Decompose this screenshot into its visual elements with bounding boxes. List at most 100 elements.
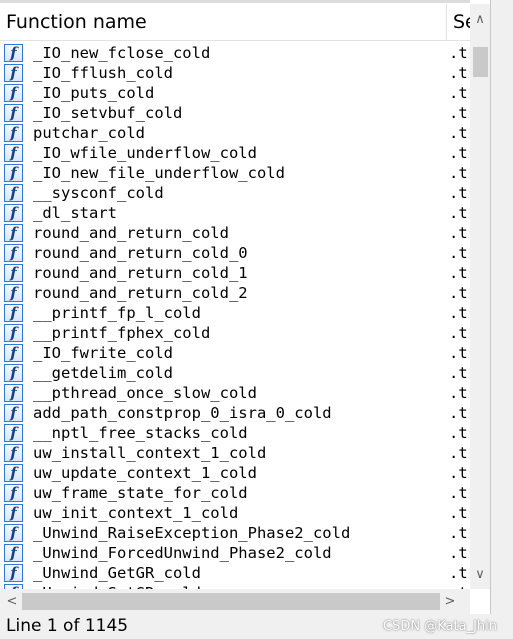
horizontal-scrollbar[interactable]: < > [0, 589, 470, 614]
function-row[interactable]: f _IO_fflush_cold .t [0, 63, 470, 83]
function-segment: .t [449, 444, 468, 462]
function-icon: f [4, 564, 23, 582]
column-header-function-name[interactable]: Function name [0, 4, 447, 40]
function-name: uw_update_context_1_cold [33, 464, 257, 482]
function-row[interactable]: f round_and_return_cold .t [0, 223, 470, 243]
function-name: uw_frame_state_for_cold [33, 484, 248, 502]
function-icon: f [4, 424, 23, 442]
function-name: _IO_new_fclose_cold [33, 44, 211, 62]
function-segment: .t [449, 424, 468, 442]
function-row[interactable]: f uw_install_context_1_cold .t [0, 443, 470, 463]
function-segment: .t [449, 404, 468, 422]
function-segment: .t [449, 84, 468, 102]
function-row[interactable]: f _IO_fwrite_cold .t [0, 343, 470, 363]
function-segment: .t [449, 464, 468, 482]
function-name: _IO_wfile_underflow_cold [33, 144, 257, 162]
function-segment: .t [449, 364, 468, 382]
function-segment: .t [449, 224, 468, 242]
function-row[interactable]: f _Unwind_ForcedUnwind_Phase2_cold .t [0, 543, 470, 563]
function-row[interactable]: f _Unwind_GetGR_cold .t [0, 563, 470, 583]
watermark-text: CSDN @Kata_Jhin [383, 619, 497, 634]
function-row[interactable]: f round_and_return_cold_0 .t [0, 243, 470, 263]
function-name: _IO_puts_cold [33, 84, 155, 102]
function-row[interactable]: f __pthread_once_slow_cold .t [0, 383, 470, 403]
column-header-segment[interactable]: Se [447, 4, 470, 40]
function-icon: f [4, 464, 23, 482]
function-row[interactable]: f __printf_fp_l_cold .t [0, 303, 470, 323]
function-icon: f [4, 84, 23, 102]
vertical-scroll-thumb[interactable] [473, 47, 488, 77]
function-segment: .t [449, 344, 468, 362]
function-name: __sysconf_cold [33, 184, 164, 202]
function-row[interactable]: f _IO_puts_cold .t [0, 83, 470, 103]
function-row[interactable]: f __printf_fphex_cold .t [0, 323, 470, 343]
function-row[interactable]: f __nptl_free_stacks_cold .t [0, 423, 470, 443]
function-row[interactable]: f _IO_new_file_underflow_cold .t [0, 163, 470, 183]
function-icon: f [4, 164, 23, 182]
function-icon: f [4, 264, 23, 282]
function-icon: f [4, 384, 23, 402]
function-icon: f [4, 484, 23, 502]
function-name: _IO_fflush_cold [33, 64, 173, 82]
function-name: uw_install_context_1_cold [33, 444, 267, 462]
chevron-down-icon[interactable]: ∨ [470, 565, 490, 585]
function-segment: .t [449, 144, 468, 162]
function-name: __printf_fp_l_cold [33, 304, 201, 322]
function-icon: f [4, 124, 23, 142]
function-icon: f [4, 544, 23, 562]
vertical-scrollbar[interactable]: ∧ ∨ [470, 4, 490, 589]
function-segment: .t [449, 164, 468, 182]
function-name: uw_init_context_1_cold [33, 504, 239, 522]
function-row[interactable]: f round_and_return_cold_1 .t [0, 263, 470, 283]
chevron-left-icon[interactable]: < [2, 589, 22, 614]
function-row[interactable]: f _dl_start .t [0, 203, 470, 223]
function-name: __nptl_free_stacks_cold [33, 424, 248, 442]
function-list: f _IO_new_fclose_cold .t f _IO_fflush_cold .t… [0, 43, 470, 589]
function-segment: .t [449, 284, 468, 302]
status-line-count: Line 1 of 1145 [6, 616, 129, 636]
function-row[interactable]: f __getdelim_cold .t [0, 363, 470, 383]
function-icon: f [4, 444, 23, 462]
function-segment: .t [449, 44, 468, 62]
function-icon: f [4, 524, 23, 542]
function-icon: f [4, 324, 23, 342]
horizontal-scroll-thumb[interactable] [22, 593, 440, 610]
function-icon: f [4, 344, 23, 362]
function-row[interactable]: f _IO_new_fclose_cold .t [0, 43, 470, 63]
function-row[interactable]: f putchar_cold .t [0, 123, 470, 143]
function-name: _Unwind_ForcedUnwind_Phase2_cold [33, 544, 332, 562]
function-row[interactable]: f round_and_return_cold_2 .t [0, 283, 470, 303]
column-header: Function name Se [0, 4, 470, 41]
function-row[interactable]: f _Unwind_RaiseException_Phase2_cold .t [0, 523, 470, 543]
function-name: putchar_cold [33, 124, 145, 142]
function-row[interactable]: f __sysconf_cold .t [0, 183, 470, 203]
function-name: __getdelim_cold [33, 364, 173, 382]
function-icon: f [4, 184, 23, 202]
function-name: __printf_fphex_cold [33, 324, 211, 342]
function-segment: .t [449, 204, 468, 222]
function-name: _IO_fwrite_cold [33, 344, 173, 362]
function-name: _Unwind_GetGR_cold [33, 564, 201, 582]
function-icon: f [4, 504, 23, 522]
function-row[interactable]: f uw_frame_state_for_cold .t [0, 483, 470, 503]
chevron-up-icon[interactable]: ∧ [470, 10, 490, 30]
function-segment: .t [449, 324, 468, 342]
function-name: _IO_setvbuf_cold [33, 104, 183, 122]
function-row[interactable]: f _IO_wfile_underflow_cold .t [0, 143, 470, 163]
function-segment: .t [449, 504, 468, 522]
function-row[interactable]: f uw_update_context_1_cold .t [0, 463, 470, 483]
function-icon: f [4, 404, 23, 422]
function-row[interactable]: f _IO_setvbuf_cold .t [0, 103, 470, 123]
function-row[interactable]: f add_path_constprop_0_isra_0_cold .t [0, 403, 470, 423]
function-row[interactable]: f uw_init_context_1_cold .t [0, 503, 470, 523]
chevron-right-icon[interactable]: > [440, 589, 460, 614]
function-segment: .t [449, 484, 468, 502]
function-segment: .t [449, 264, 468, 282]
function-segment: .t [449, 544, 468, 562]
function-name: __pthread_once_slow_cold [33, 384, 257, 402]
function-icon: f [4, 44, 23, 62]
function-name: _IO_new_file_underflow_cold [33, 164, 285, 182]
function-name: _dl_start [33, 204, 117, 222]
function-segment: .t [449, 64, 468, 82]
status-bar: Line 1 of 1145 CSDN @Kata_Jhin [0, 614, 513, 639]
